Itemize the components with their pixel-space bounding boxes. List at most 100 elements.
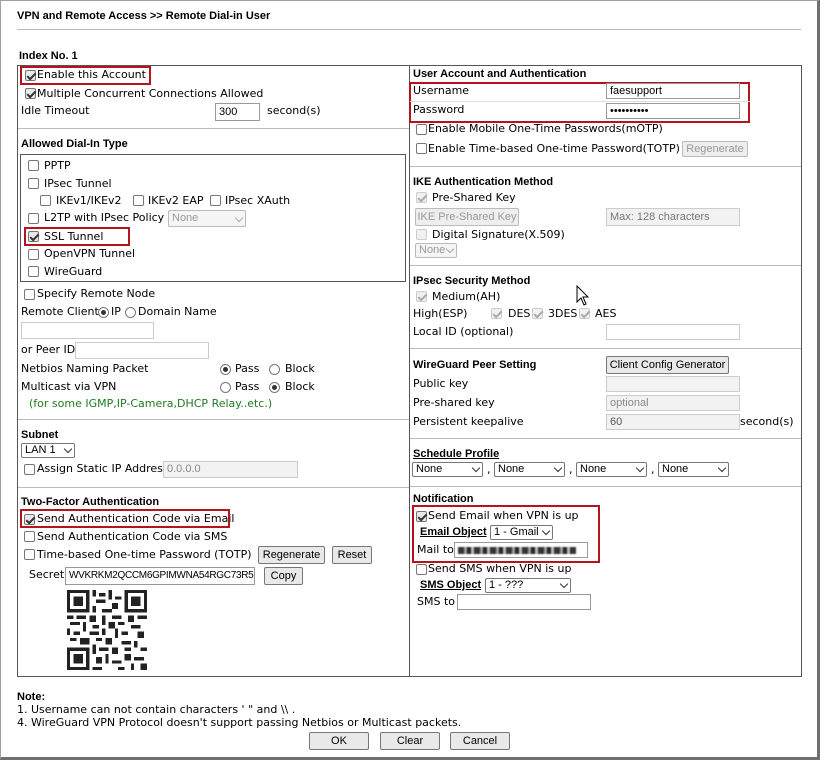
specify-remote-checkbox[interactable] xyxy=(24,289,35,300)
regenerate-button[interactable]: Regenerate xyxy=(258,546,325,564)
ipsec-xauth-checkbox[interactable] xyxy=(210,195,221,206)
ike-psk-button[interactable]: IKE Pre-Shared Key xyxy=(415,208,519,226)
schedule-value-4: None xyxy=(662,463,689,475)
clear-button[interactable]: Clear xyxy=(380,732,440,750)
chevron-down-icon xyxy=(635,463,645,473)
l2tp-policy-select[interactable]: None xyxy=(168,210,246,227)
email-object-select[interactable]: 1 - Gmail xyxy=(490,525,553,540)
schedule-select-2[interactable]: None xyxy=(494,462,565,477)
sms-to-input[interactable] xyxy=(457,594,591,610)
netbios-block-label: Block xyxy=(285,362,315,375)
l2tp-policy-value: None xyxy=(172,212,199,224)
multiple-concurrent-checkbox[interactable] xyxy=(25,88,36,99)
peer-id-input[interactable] xyxy=(75,342,209,359)
ipsec-tunnel-checkbox[interactable] xyxy=(28,178,39,189)
assign-static-checkbox[interactable] xyxy=(24,464,35,475)
3des-checkbox[interactable] xyxy=(532,308,543,319)
send-email-vpn-checkbox[interactable] xyxy=(416,511,427,522)
chevron-down-icon xyxy=(471,463,481,473)
comma: , xyxy=(651,463,655,476)
send-sms-vpn-label: Send SMS when VPN is up xyxy=(428,562,572,575)
send-sms-vpn-checkbox[interactable] xyxy=(416,564,427,575)
schedule-value-2: None xyxy=(498,463,525,475)
remote-client-input[interactable] xyxy=(21,322,154,339)
openvpn-label: OpenVPN Tunnel xyxy=(44,247,136,260)
schedule-select-1[interactable]: None xyxy=(412,462,483,477)
chevron-down-icon xyxy=(445,244,455,254)
l2tp-label: L2TP with IPsec Policy xyxy=(44,211,165,224)
preshared-checkbox[interactable] xyxy=(416,192,427,203)
schedule-title: Schedule Profile xyxy=(413,448,500,460)
digital-sig-checkbox[interactable] xyxy=(416,229,427,240)
l2tp-checkbox[interactable] xyxy=(28,213,39,224)
static-ip-input[interactable]: 0.0.0.0 xyxy=(163,461,298,478)
multiple-concurrent-label: Multiple Concurrent Connections Allowed xyxy=(37,87,264,100)
divider xyxy=(18,128,409,129)
ok-button[interactable]: OK xyxy=(309,732,369,750)
copy-button[interactable]: Copy xyxy=(264,567,303,585)
divider xyxy=(18,419,409,420)
medium-ah-label: Medium(AH) xyxy=(432,290,501,303)
remote-client-domain-radio[interactable] xyxy=(125,307,136,318)
username-input[interactable]: faesupport xyxy=(606,83,740,99)
send-sms-checkbox[interactable] xyxy=(24,531,35,542)
reset-button[interactable]: Reset xyxy=(332,546,372,564)
multicast-pass-label: Pass xyxy=(235,380,260,393)
high-esp-label: High(ESP) xyxy=(413,307,468,320)
mail-to-input[interactable] xyxy=(454,542,588,558)
dialin-type-title: Allowed Dial-In Type xyxy=(21,138,128,150)
wireguard-label: WireGuard xyxy=(44,265,103,278)
schedule-select-3[interactable]: None xyxy=(576,462,647,477)
wireguard-checkbox[interactable] xyxy=(28,266,39,277)
digital-sig-select[interactable]: None xyxy=(415,243,457,258)
secret-input[interactable]: WVKRKM2QCCM6GPIMWNA54RGC73R5DOTV xyxy=(65,567,255,585)
chevron-down-icon xyxy=(234,213,244,223)
openvpn-checkbox[interactable] xyxy=(28,249,39,260)
keepalive-input[interactable]: 60 xyxy=(606,414,740,430)
note-line-2: 4. WireGuard VPN Protocol doesn't suppor… xyxy=(17,716,462,729)
pptp-checkbox[interactable] xyxy=(28,160,39,171)
subnet-select[interactable]: LAN 1 xyxy=(21,443,75,458)
password-input[interactable]: •••••••••• xyxy=(606,103,740,119)
aes-checkbox[interactable] xyxy=(579,308,590,319)
idle-timeout-input[interactable]: 300 xyxy=(215,103,260,121)
mobile-otp-checkbox[interactable] xyxy=(416,124,427,135)
preshared-key-input[interactable]: optional xyxy=(606,395,740,411)
ua-title: User Account and Authentication xyxy=(413,68,587,80)
remote-client-ip-radio[interactable] xyxy=(98,307,109,318)
chevron-down-icon xyxy=(541,526,551,536)
preshared-label: Pre-Shared Key xyxy=(432,191,516,204)
totp-checkbox[interactable] xyxy=(24,549,35,560)
medium-ah-checkbox[interactable] xyxy=(416,291,427,302)
remote-client-domain-label: Domain Name xyxy=(138,305,217,318)
send-email-vpn-label: Send Email when VPN is up xyxy=(428,509,579,522)
peer-id-label: or Peer ID xyxy=(21,343,76,356)
ikev1-checkbox[interactable] xyxy=(40,195,51,206)
blurred-email xyxy=(458,547,576,554)
netbios-block-radio[interactable] xyxy=(269,364,280,375)
page-title: VPN and Remote Access >> Remote Dial-in … xyxy=(17,10,271,22)
qr-code-image xyxy=(67,590,147,670)
divider xyxy=(18,487,409,488)
local-id-input[interactable] xyxy=(606,324,740,340)
ikev2-eap-checkbox[interactable] xyxy=(133,195,144,206)
totp-regenerate-button[interactable]: Regenerate xyxy=(682,141,748,157)
multicast-block-radio[interactable] xyxy=(269,382,280,393)
password-label: Password xyxy=(413,103,465,116)
des-checkbox[interactable] xyxy=(491,308,502,319)
wg-title: WireGuard Peer Setting xyxy=(413,359,537,371)
multicast-pass-radio[interactable] xyxy=(220,382,231,393)
totp-enable-checkbox[interactable] xyxy=(416,143,427,154)
ipsec-security-title: IPsec Security Method xyxy=(413,275,531,287)
index-label: Index No. 1 xyxy=(19,50,78,62)
subnet-title: Subnet xyxy=(21,429,59,441)
schedule-select-4[interactable]: None xyxy=(658,462,729,477)
divider xyxy=(410,486,801,487)
multicast-note: (for some IGMP,IP-Camera,DHCP Relay..etc… xyxy=(29,397,273,410)
netbios-pass-radio[interactable] xyxy=(220,364,231,375)
comma: , xyxy=(569,463,573,476)
sms-object-select[interactable]: 1 - ??? xyxy=(485,578,571,593)
public-key-input[interactable] xyxy=(606,376,740,392)
client-config-button[interactable]: Client Config Generator xyxy=(606,356,729,374)
cancel-button[interactable]: Cancel xyxy=(450,732,510,750)
